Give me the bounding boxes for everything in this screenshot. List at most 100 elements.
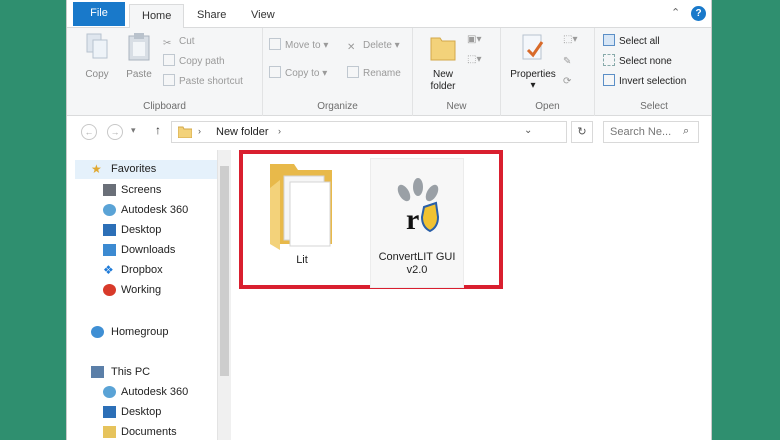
- paste-shortcut-label: Paste shortcut: [179, 76, 243, 87]
- edit-icon[interactable]: ✎: [563, 54, 571, 70]
- open-label: Open: [535, 101, 560, 112]
- nav-item-downloads[interactable]: Downloads: [121, 241, 175, 259]
- history-icon[interactable]: ⟳: [563, 74, 571, 90]
- address-bar[interactable]: › New folder › ⌄: [171, 121, 567, 143]
- address-dropdown-icon[interactable]: ⌄: [524, 125, 532, 136]
- copy-to-label: Copy to: [285, 68, 320, 79]
- easy-access-icon[interactable]: ⬚▾: [467, 52, 481, 68]
- breadcrumb-chevron-icon: ›: [278, 126, 281, 136]
- select-none-label: Select none: [619, 56, 672, 67]
- copy-path-button[interactable]: Copy path: [163, 54, 225, 70]
- properties-button[interactable]: Properties ▾: [505, 32, 561, 91]
- cut-button[interactable]: ✂ Cut: [163, 34, 195, 50]
- copy-label: Copy: [85, 69, 109, 80]
- copy-to-button[interactable]: Copy to ▾: [269, 66, 327, 82]
- copy-path-label: Copy path: [179, 56, 225, 67]
- select-none-button[interactable]: Select none: [603, 54, 672, 70]
- refresh-button[interactable]: ↻: [571, 121, 593, 143]
- properties-label: Properties: [510, 69, 556, 80]
- new-group: New folder ▣▾ ⬚▾ New: [413, 28, 501, 116]
- documents-icon: [103, 426, 116, 438]
- recent-locations-icon[interactable]: ▾: [131, 125, 136, 136]
- new-item-icon[interactable]: ▣▾: [467, 32, 481, 48]
- nav-scrollbar[interactable]: [217, 150, 231, 440]
- clipboard-group: Copy Paste ✂ Cut Copy path Paste shortcut…: [67, 28, 263, 116]
- tab-file[interactable]: File: [73, 2, 125, 26]
- app-icon: r: [397, 178, 440, 236]
- invert-selection-icon: [603, 74, 615, 86]
- copy-icon: [86, 33, 108, 59]
- cut-label: Cut: [179, 36, 195, 47]
- help-icon[interactable]: ?: [691, 6, 706, 21]
- open-icon[interactable]: ⬚▾: [563, 32, 577, 48]
- nav-item-dropbox[interactable]: Dropbox: [121, 261, 163, 279]
- copy-button[interactable]: Copy: [75, 32, 119, 80]
- paste-shortcut-button[interactable]: Paste shortcut: [163, 74, 243, 90]
- paste-button[interactable]: Paste: [117, 32, 161, 80]
- select-none-icon: [603, 54, 615, 66]
- select-label: Select: [640, 101, 668, 112]
- tab-share[interactable]: Share: [185, 4, 238, 28]
- pc-icon: [91, 366, 104, 378]
- folder-icon: [178, 126, 192, 138]
- nav-item-autodesk[interactable]: Autodesk 360: [121, 201, 188, 219]
- organize-group: Move to ▾ Copy to ▾ ✕ Delete ▾ Rename Org…: [263, 28, 413, 116]
- screenshot-frame: File Home Share View ⌃ ? Copy Paste ✂ Cut…: [0, 0, 780, 440]
- select-all-button[interactable]: Select all: [603, 34, 660, 50]
- homegroup-icon: [91, 326, 104, 338]
- content-pane: Lit r ConvertLIT GUI v2.0: [232, 150, 711, 440]
- invert-selection-button[interactable]: Invert selection: [603, 74, 686, 90]
- delete-label: Delete: [363, 40, 392, 51]
- nav-scrollbar-thumb[interactable]: [220, 166, 229, 376]
- copy-to-icon: [269, 66, 281, 78]
- rename-icon: [347, 66, 359, 78]
- cloud-icon: [103, 386, 116, 398]
- nav-pc-documents[interactable]: Documents: [121, 423, 177, 440]
- open-group: Properties ▾ ⬚▾ ✎ ⟳ Open: [501, 28, 595, 116]
- nav-homegroup[interactable]: Homegroup: [111, 323, 168, 341]
- move-to-icon: [269, 38, 281, 50]
- properties-dropdown-icon[interactable]: ▾: [505, 80, 561, 91]
- move-to-button[interactable]: Move to ▾: [269, 38, 328, 54]
- desktop-icon: [103, 406, 116, 418]
- copy-path-icon: [163, 54, 175, 66]
- file-item-convertlit[interactable]: r ConvertLIT GUI v2.0: [370, 158, 464, 288]
- star-icon: ★: [91, 162, 102, 176]
- desktop-icon: [103, 224, 116, 236]
- cloud-icon: [103, 204, 116, 216]
- up-button[interactable]: ↑: [155, 123, 161, 137]
- tab-view[interactable]: View: [239, 4, 287, 28]
- screens-folder-icon: [103, 184, 116, 196]
- back-button[interactable]: ←: [81, 124, 97, 140]
- file-name: ConvertLIT GUI v2.0: [371, 251, 463, 277]
- breadcrumb-new-folder[interactable]: New folder: [216, 126, 269, 138]
- paste-label: Paste: [126, 69, 152, 80]
- ribbon-tabs: File Home Share View ⌃ ?: [67, 0, 711, 29]
- tab-home[interactable]: Home: [129, 4, 185, 29]
- search-icon: ⌕: [683, 125, 690, 137]
- file-name-line1: ConvertLIT GUI: [378, 251, 456, 263]
- nav-favorites[interactable]: Favorites: [111, 160, 156, 178]
- nav-item-desktop[interactable]: Desktop: [121, 221, 161, 239]
- forward-button[interactable]: →: [107, 124, 123, 140]
- explorer-window: File Home Share View ⌃ ? Copy Paste ✂ Cut…: [66, 0, 712, 440]
- nav-item-screens[interactable]: Screens: [121, 181, 161, 199]
- nav-pc-desktop[interactable]: Desktop: [121, 403, 161, 421]
- address-row: ← → ▾ ↑ › New folder › ⌄ ↻ Search Ne... …: [67, 117, 711, 147]
- organize-label: Organize: [317, 101, 358, 112]
- file-item-lit[interactable]: Lit: [254, 158, 350, 266]
- navigation-pane: ★ Favorites Screens Autodesk 360 Desktop…: [67, 150, 231, 440]
- select-group: Select all Select none Invert selection …: [595, 28, 711, 116]
- new-folder-button[interactable]: New folder: [421, 32, 465, 93]
- delete-button[interactable]: ✕ Delete ▾: [347, 38, 400, 54]
- background-left: [0, 0, 66, 440]
- nav-pc-autodesk[interactable]: Autodesk 360: [121, 383, 188, 401]
- collapse-ribbon-icon[interactable]: ⌃: [671, 6, 680, 19]
- new-label: New: [446, 101, 467, 112]
- rename-button[interactable]: Rename: [347, 66, 401, 82]
- invert-selection-label: Invert selection: [619, 76, 687, 87]
- scissors-icon: ✂: [163, 38, 172, 49]
- paste-shortcut-icon: [163, 74, 175, 86]
- nav-this-pc[interactable]: This PC: [111, 363, 150, 381]
- nav-item-working[interactable]: Working: [121, 281, 161, 299]
